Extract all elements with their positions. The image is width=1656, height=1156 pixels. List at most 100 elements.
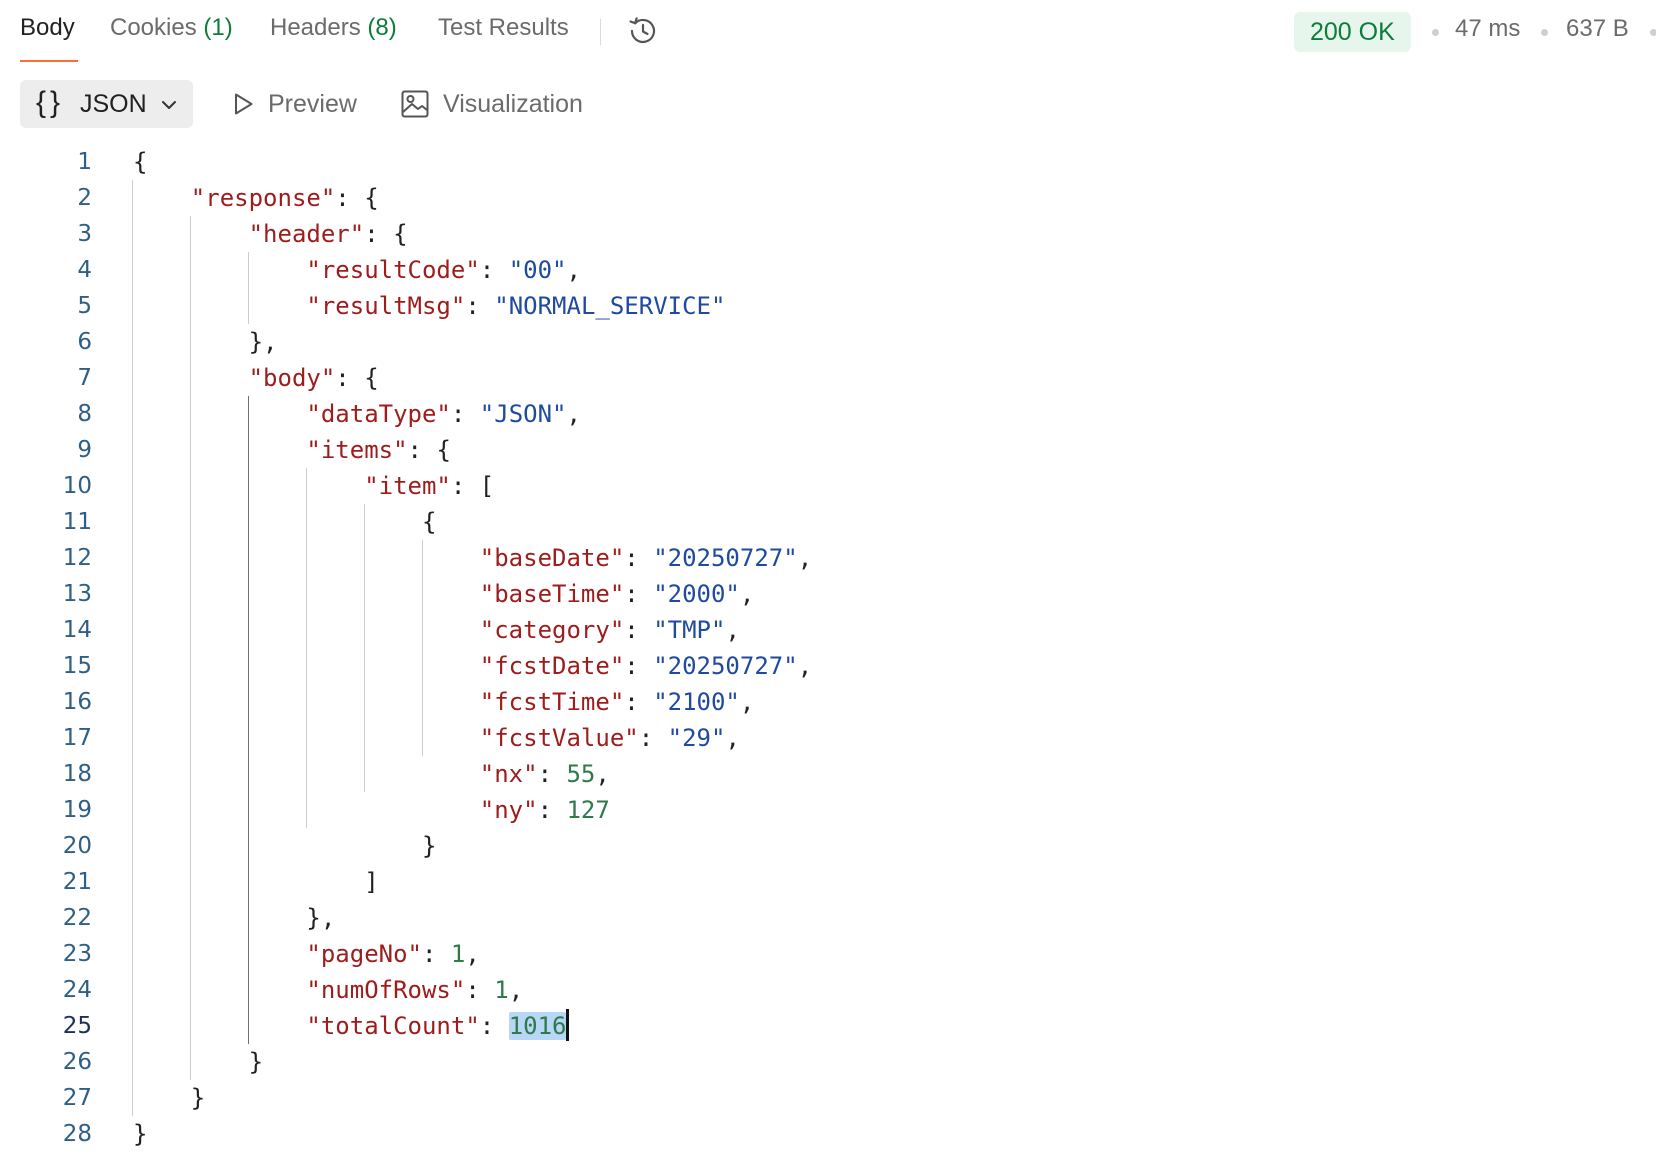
line-content[interactable]: "resultCode": "00", [133,252,581,288]
line-content[interactable]: "items": { [133,432,451,468]
line-number: 12 [62,545,92,571]
code-line[interactable]: 21 ] [0,864,1656,900]
code-line[interactable]: 6 }, [0,324,1656,360]
line-content[interactable]: { [133,144,147,180]
code-line[interactable]: 9 "items": { [0,432,1656,468]
code-line[interactable]: 15 "fcstDate": "20250727", [0,648,1656,684]
json-punctuation [133,220,249,248]
json-punctuation: : [537,760,567,788]
json-punctuation: : [465,976,495,1004]
code-line[interactable]: 26 } [0,1044,1656,1080]
format-dropdown-label: JSON [80,90,147,118]
line-content[interactable]: } [133,1080,205,1116]
code-line[interactable]: 14 "category": "TMP", [0,612,1656,648]
json-punctuation: : { [335,364,379,392]
code-line[interactable]: 4 "resultCode": "00", [0,252,1656,288]
line-content[interactable]: "category": "TMP", [133,612,740,648]
code-line[interactable]: 5 "resultMsg": "NORMAL_SERVICE" [0,288,1656,324]
line-content[interactable]: "fcstValue": "29", [133,720,740,756]
code-line[interactable]: 17 "fcstValue": "29", [0,720,1656,756]
code-line[interactable]: 7 "body": { [0,360,1656,396]
response-size[interactable]: 637 B [1566,15,1629,43]
json-string-value: "00" [508,256,567,284]
json-punctuation: { [133,148,148,176]
code-line[interactable]: 11 { [0,504,1656,540]
code-line[interactable]: 13 "baseTime": "2000", [0,576,1656,612]
line-content[interactable]: "totalCount": 1016 [133,1008,570,1044]
json-punctuation: ] [133,868,379,896]
line-content[interactable]: "fcstTime": "2100", [133,684,755,720]
code-line[interactable]: 23 "pageNo": 1, [0,936,1656,972]
code-line[interactable]: 1{ [0,144,1656,180]
line-content[interactable]: }, [133,900,335,936]
json-key: "pageNo" [306,940,422,968]
line-number: 1 [77,149,92,175]
line-content[interactable]: "dataType": "JSON", [133,396,581,432]
line-content[interactable]: { [133,504,436,540]
line-content[interactable]: "pageNo": 1, [133,936,480,972]
line-content[interactable]: "header": { [133,216,408,252]
line-content[interactable]: "item": [ [133,468,494,504]
json-punctuation [133,184,191,212]
line-number: 9 [77,437,92,463]
line-content[interactable]: "fcstDate": "20250727", [133,648,812,684]
line-number: 8 [77,401,92,427]
code-line[interactable]: 24 "numOfRows": 1, [0,972,1656,1008]
line-number: 21 [62,869,92,895]
json-punctuation: } [133,1084,206,1112]
line-content[interactable]: "baseTime": "2000", [133,576,755,612]
line-content[interactable]: "baseDate": "20250727", [133,540,812,576]
code-line[interactable]: 22 }, [0,900,1656,936]
json-string-value: "2100" [653,688,740,716]
code-line[interactable]: 8 "dataType": "JSON", [0,396,1656,432]
code-line[interactable]: 12 "baseDate": "20250727", [0,540,1656,576]
code-line[interactable]: 10 "item": [ [0,468,1656,504]
visualization-button[interactable]: Visualization [400,84,590,124]
response-time[interactable]: 47 ms [1455,15,1520,43]
tab-body[interactable]: Body [20,14,75,42]
line-content[interactable]: "body": { [133,360,379,396]
json-punctuation: : { [364,220,408,248]
code-line[interactable]: 28} [0,1116,1656,1152]
json-number-value: 1 [494,976,509,1004]
line-content[interactable]: "ny": 127 [133,792,610,828]
code-line[interactable]: 3 "header": { [0,216,1656,252]
history-icon[interactable] [626,14,660,48]
line-content[interactable]: "nx": 55, [133,756,610,792]
json-punctuation: : [624,544,654,572]
json-key: "fcstValue" [479,724,639,752]
line-content[interactable]: "response": { [133,180,379,216]
preview-button[interactable]: Preview [226,84,366,124]
line-content[interactable]: ] [133,864,379,900]
format-dropdown[interactable]: {} JSON [20,80,193,128]
line-content[interactable]: } [133,1044,263,1080]
code-line[interactable]: 25 "totalCount": 1016 [0,1008,1656,1044]
line-number: 11 [62,509,92,535]
line-content[interactable]: } [133,1116,147,1152]
json-punctuation [133,796,480,824]
json-punctuation: , [566,400,581,428]
code-line[interactable]: 16 "fcstTime": "2100", [0,684,1656,720]
status-badge[interactable]: 200 OK [1294,12,1411,52]
json-code-view[interactable]: 1{2 "response": {3 "header": {4 "resultC… [0,144,1656,1152]
response-tab-bar: Body Cookies (1) Headers (8) Test Result… [0,0,1656,62]
tab-test-results[interactable]: Test Results [438,14,569,42]
line-content[interactable]: "resultMsg": "NORMAL_SERVICE" [133,288,725,324]
tab-cookies[interactable]: Cookies (1) [110,14,233,42]
line-content[interactable]: "numOfRows": 1, [133,972,523,1008]
json-number-value: 1 [450,940,466,968]
play-icon [235,93,253,115]
tab-headers[interactable]: Headers (8) [270,14,397,42]
line-number: 26 [62,1049,92,1075]
line-content[interactable]: }, [133,324,278,360]
code-line[interactable]: 19 "ny": 127 [0,792,1656,828]
line-number: 22 [62,905,92,931]
json-key: "baseTime" [479,580,625,608]
json-punctuation: , [465,940,480,968]
line-content[interactable]: } [133,828,436,864]
code-line[interactable]: 20 } [0,828,1656,864]
code-line[interactable]: 18 "nx": 55, [0,756,1656,792]
code-line[interactable]: 27 } [0,1080,1656,1116]
json-punctuation: , [595,760,610,788]
code-line[interactable]: 2 "response": { [0,180,1656,216]
